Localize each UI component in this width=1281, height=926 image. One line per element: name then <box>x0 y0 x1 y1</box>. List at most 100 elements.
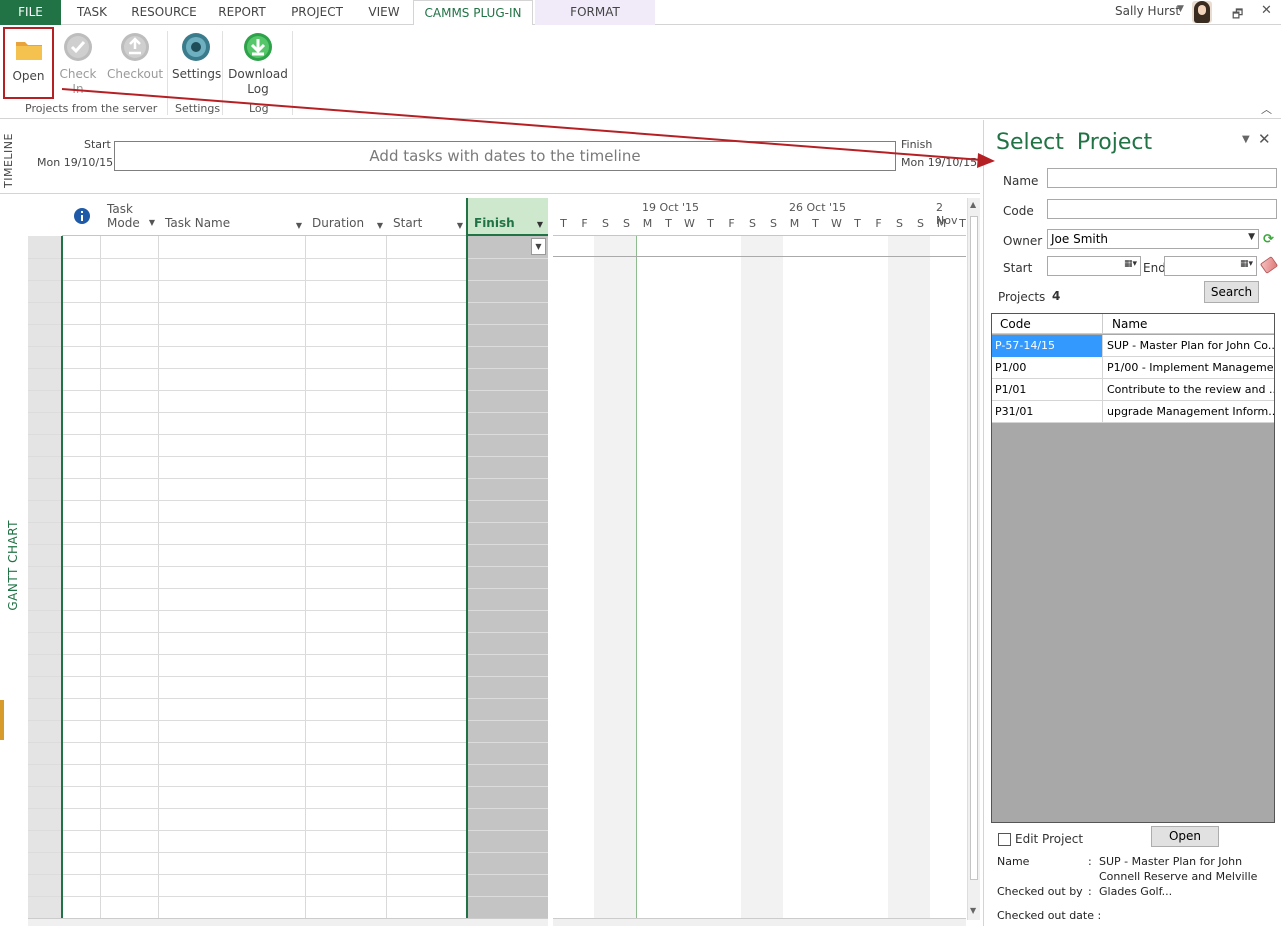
grid-row-line <box>28 500 548 501</box>
day-label: S <box>749 217 756 230</box>
cell-dropdown-button[interactable]: ▼ <box>531 238 546 255</box>
task-mode-header[interactable]: Task Mode ▼ <box>101 198 159 236</box>
day-label: T <box>812 217 819 230</box>
day-label: W <box>831 217 842 230</box>
chevron-down-icon[interactable]: ▼ <box>377 221 383 230</box>
table-row[interactable]: P1/00 P1/00 - Implement Manageme... <box>992 357 1274 379</box>
grid-horizontal-scrollbar[interactable] <box>28 918 548 926</box>
grid-row-line <box>28 852 548 853</box>
table-row[interactable]: P-57-14/15 SUP - Master Plan for John Co… <box>992 335 1274 357</box>
grid-row-line <box>28 346 548 347</box>
download-log-button[interactable]: Download Log <box>227 27 289 97</box>
edit-project-checkbox[interactable] <box>998 833 1011 846</box>
task-name-header[interactable]: Task Name ▼ <box>159 198 306 236</box>
timescale-header[interactable]: 19 Oct '15 26 Oct '15 2 Nov TFSSMTWTFSSM… <box>553 198 966 236</box>
timeline-finish-date: Mon 19/10/15 <box>901 156 978 169</box>
grid-column <box>306 198 387 920</box>
checkout-button[interactable]: Checkout <box>107 27 163 97</box>
table-row[interactable]: P31/01 upgrade Management Inform... <box>992 401 1274 423</box>
tab-task[interactable]: TASK <box>62 0 122 25</box>
chevron-down-icon[interactable]: ▼ <box>1177 4 1184 14</box>
task-grid: Task Mode ▼ Task Name ▼ Duration ▼ Start ▼ F… <box>28 198 548 920</box>
table-row[interactable]: P1/01 Contribute to the review and ... <box>992 379 1274 401</box>
check-in-button[interactable]: Check In <box>58 27 98 97</box>
settings-button[interactable]: Settings <box>172 27 221 97</box>
day-label: S <box>917 217 924 230</box>
restore-window-icon[interactable]: 🗗 <box>1232 5 1243 26</box>
tab-report[interactable]: REPORT <box>206 0 278 25</box>
calendar-icon[interactable]: ▦▾ <box>1240 259 1253 269</box>
user-name[interactable]: Sally Hurst <box>1115 4 1180 18</box>
day-label: S <box>770 217 777 230</box>
close-icon[interactable]: ✕ <box>1258 130 1271 148</box>
tab-resource[interactable]: RESOURCE <box>122 0 206 25</box>
code-column-header[interactable]: Code <box>992 314 1103 334</box>
name-column-header[interactable]: Name <box>1104 314 1274 334</box>
duration-header[interactable]: Duration ▼ <box>306 198 387 236</box>
timeline-bar[interactable]: Add tasks with dates to the timeline <box>114 141 896 171</box>
tab-camms-plugin[interactable]: CAMMS PLUG-IN <box>413 0 533 26</box>
check-in-label: Check In <box>59 67 97 96</box>
close-window-icon[interactable]: ✕ <box>1261 3 1272 18</box>
day-label: W <box>684 217 695 230</box>
day-label: S <box>602 217 609 230</box>
code-input[interactable] <box>1047 199 1277 219</box>
start-header[interactable]: Start ▼ <box>387 198 467 236</box>
day-label: F <box>728 217 735 230</box>
tab-file[interactable]: FILE <box>0 0 61 25</box>
tab-format[interactable]: FORMAT <box>535 0 655 25</box>
avatar[interactable] <box>1192 1 1212 23</box>
chevron-down-icon[interactable]: ▼ <box>457 221 463 230</box>
info-column-header[interactable] <box>62 198 101 236</box>
start-date-label: Start <box>1003 261 1033 275</box>
grid-row-line <box>28 764 548 765</box>
ribbon-separator <box>167 31 168 115</box>
tab-view[interactable]: VIEW <box>356 0 412 25</box>
grid-row-line <box>28 478 548 479</box>
open-project-button[interactable]: Open <box>1151 826 1219 847</box>
timeline-label: TIMELINE <box>2 133 15 188</box>
select-all-corner[interactable] <box>28 198 62 236</box>
code-label: Code <box>1003 204 1034 218</box>
open-button[interactable]: Open <box>3 27 54 99</box>
grid-row-line <box>28 566 548 567</box>
chevron-down-icon[interactable]: ▼ <box>1248 232 1255 242</box>
scroll-up-icon[interactable]: ▲ <box>970 200 976 209</box>
info-colon: : <box>1088 885 1092 898</box>
chart-horizontal-scrollbar[interactable] <box>553 918 966 926</box>
row-name: SUP - Master Plan for John Co... <box>1107 339 1274 352</box>
day-label: T <box>959 217 966 230</box>
scroll-down-icon[interactable]: ▼ <box>970 906 976 915</box>
day-label: T <box>560 217 567 230</box>
grid-row-line <box>28 654 548 655</box>
name-input[interactable] <box>1047 168 1277 188</box>
end-date-input[interactable]: ▦▾ <box>1164 256 1257 276</box>
grid-column <box>387 198 467 920</box>
scroll-thumb[interactable] <box>970 216 978 880</box>
owner-select[interactable]: Joe Smith ▼ <box>1047 229 1259 249</box>
vertical-scrollbar[interactable]: ▲ ▼ <box>967 198 980 920</box>
chevron-down-icon[interactable]: ▼ <box>537 220 543 229</box>
gantt-timescale: 19 Oct '15 26 Oct '15 2 Nov TFSSMTWTFSSM… <box>553 198 966 920</box>
chevron-down-icon[interactable]: ▼ <box>1242 134 1250 145</box>
eraser-icon[interactable] <box>1259 256 1279 274</box>
search-button[interactable]: Search <box>1204 281 1259 303</box>
end-date-label: End <box>1143 261 1166 275</box>
tab-project[interactable]: PROJECT <box>278 0 356 25</box>
refresh-icon[interactable]: ⟳ <box>1263 232 1275 247</box>
start-label: Start <box>393 216 423 230</box>
chevron-down-icon[interactable]: ▼ <box>296 221 302 230</box>
finish-header[interactable]: Finish ▼ <box>468 198 548 236</box>
ribbon-separator <box>222 31 223 115</box>
task-name-label: Task Name <box>165 216 231 230</box>
start-date-input[interactable]: ▦▾ <box>1047 256 1141 276</box>
grid-row-line <box>28 324 548 325</box>
grid-row-line <box>28 588 548 589</box>
finish-column[interactable] <box>468 198 548 920</box>
collapse-ribbon-icon[interactable]: ︿ <box>1261 101 1272 117</box>
row-divider <box>553 256 966 257</box>
calendar-icon[interactable]: ▦▾ <box>1124 259 1137 269</box>
panel-title: Select Project <box>996 130 1153 155</box>
chevron-down-icon[interactable]: ▼ <box>149 216 155 230</box>
ribbon-tab-bar: FILE TASK RESOURCE REPORT PROJECT VIEW C… <box>0 0 1281 26</box>
